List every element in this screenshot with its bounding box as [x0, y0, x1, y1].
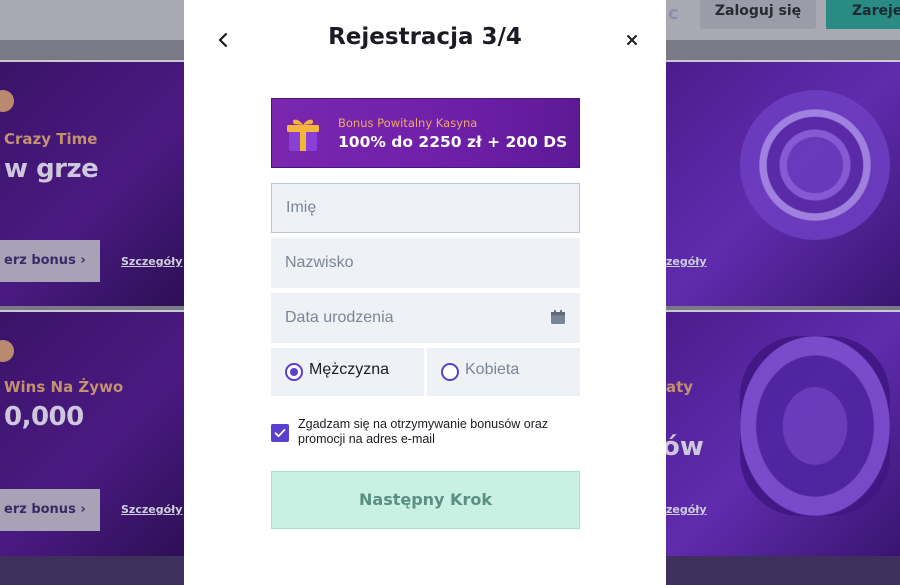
gender-male-option[interactable]: Mężczyzna	[271, 348, 424, 396]
gender-female-option[interactable]: Kobieta	[427, 348, 580, 396]
consent-label: Zgadzam się na otrzymywanie bonusów oraz…	[298, 417, 549, 446]
welcome-bonus-banner: Bonus Powitalny Kasyna 100% do 2250 zł +…	[271, 98, 580, 168]
gender-female-label: Kobieta	[465, 361, 520, 378]
calendar-icon[interactable]	[550, 309, 566, 325]
close-button[interactable]	[621, 29, 643, 51]
login-button[interactable]: Zaloguj się	[700, 0, 816, 29]
promo-headline: 0,000	[4, 402, 84, 432]
slot-machine-image	[740, 336, 890, 516]
promo-headline: w grze	[4, 154, 99, 184]
consent-checkbox[interactable]	[271, 424, 289, 442]
first-name-field[interactable]	[271, 183, 580, 233]
casino-chip-image	[740, 90, 890, 240]
details-link[interactable]: zegóły	[666, 255, 707, 268]
bonus-subtitle: Bonus Powitalny Kasyna	[338, 116, 478, 130]
promo-subtitle: aty	[666, 378, 694, 396]
chevron-right-icon: ›	[80, 502, 86, 517]
registration-modal: Rejestracja 3/4 Bonus Powitalny Kasyna 1…	[184, 0, 666, 585]
details-link[interactable]: Szczegóły	[121, 255, 182, 268]
checkmark-icon	[274, 428, 286, 438]
promo-card: aty ów zegóły	[666, 310, 900, 556]
get-bonus-button[interactable]: erz bonus ›	[0, 489, 100, 531]
radio-unselected-icon[interactable]	[441, 363, 459, 381]
close-icon	[627, 35, 637, 45]
get-bonus-label: erz bonus	[4, 253, 76, 268]
header-icon: c	[668, 3, 679, 24]
register-button[interactable]: Zarejes	[826, 0, 900, 29]
promo-dot	[0, 340, 14, 362]
chevron-right-icon: ›	[80, 253, 86, 268]
last-name-input[interactable]	[271, 238, 580, 288]
promo-subtitle: Crazy Time	[4, 130, 98, 148]
details-link[interactable]: zegóły	[666, 503, 707, 516]
promo-card: zegóły	[666, 60, 900, 306]
promo-dot	[0, 90, 14, 112]
birthdate-input[interactable]	[271, 293, 580, 343]
first-name-input[interactable]	[272, 184, 579, 232]
promo-card: Crazy Time w grze erz bonus › Szczegóły	[0, 60, 184, 306]
gift-icon	[287, 119, 319, 151]
next-step-button[interactable]: Następny Krok	[271, 471, 580, 529]
radio-selected-icon[interactable]	[285, 363, 303, 381]
bonus-amount: 100% do 2250 zł + 200 DS	[338, 133, 568, 151]
last-name-field[interactable]	[271, 238, 580, 288]
gender-male-label: Mężczyzna	[309, 361, 390, 378]
details-link[interactable]: Szczegóły	[121, 503, 182, 516]
promo-subtitle: Wins Na Żywo	[4, 378, 124, 396]
get-bonus-button[interactable]: erz bonus ›	[0, 240, 100, 282]
promo-headline: ów	[666, 432, 704, 462]
modal-title: Rejestracja 3/4	[328, 24, 522, 50]
promo-card: Wins Na Żywo 0,000 erz bonus › Szczegóły	[0, 310, 184, 556]
get-bonus-label: erz bonus	[4, 502, 76, 517]
birthdate-field[interactable]	[271, 293, 580, 343]
